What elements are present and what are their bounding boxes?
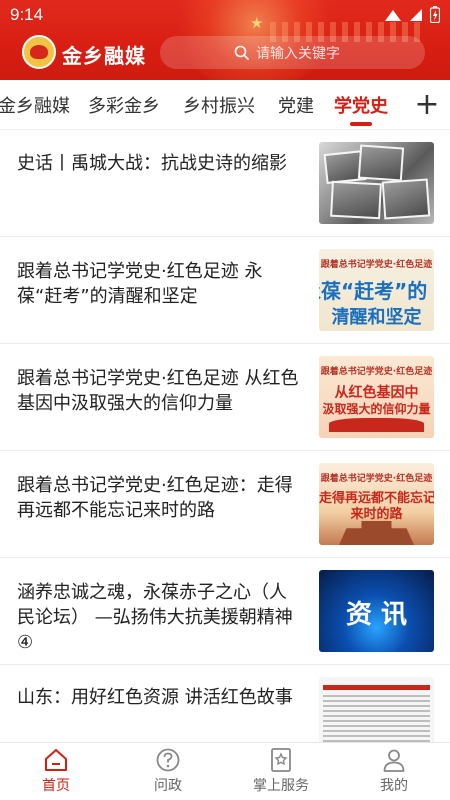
thumbnail-caption: 汲取强大的信仰力量 [322,402,431,416]
question-icon [156,748,180,772]
bottom-navigation: 首页 问政 掌上服务 我的 [0,742,450,800]
article-thumbnail: 跟着总书记学党史·红色足迹 永葆“赶考”的 清醒和坚定 [319,249,434,331]
article-list: 史话丨禹城大战：抗战史诗的缩影 跟着总书记学党史·红色足迹 永葆“赶考”的清醒和… [0,130,450,742]
network-icon [410,8,422,21]
article-title: 山东：用好红色资源 讲活红色故事 [17,687,293,708]
battery-icon [430,6,440,23]
article-thumbnail [319,142,434,224]
article-item[interactable]: 史话丨禹城大战：抗战史诗的缩影 [0,130,450,237]
profile-icon [383,749,405,772]
status-bar: 9:14 [0,0,450,30]
article-item[interactable]: 跟着总书记学党史·红色足迹：走得再远都不能忘记来时的路 跟着总书记学党史·红色足… [0,451,450,558]
thumbnail-caption: 清醒和坚定 [331,307,422,328]
thumbnail-photo [330,180,382,220]
thumbnail-photo [381,178,431,220]
nav-profile[interactable]: 我的 [338,743,450,800]
article-item[interactable]: 跟着总书记学党史·红色足迹 永葆“赶考”的清醒和坚定 跟着总书记学党史·红色足迹… [0,237,450,344]
tab-rural-revitalization[interactable]: 乡村振兴 [183,92,255,118]
search-placeholder: 请输入关键字 [256,45,340,62]
thumbnail-caption: 资 讯 [345,600,408,630]
active-tab-indicator [350,122,372,126]
article-title: 跟着总书记学党史·红色足迹 永葆“赶考”的清醒和坚定 [17,261,263,307]
article-thumbnail: 跟着总书记学党史·红色足迹 从红色基因中 汲取强大的信仰力量 [319,356,434,438]
app-logo [22,35,56,69]
tabs-fade [390,80,410,130]
add-tab-button[interactable]: + [410,86,444,124]
article-item[interactable]: 跟着总书记学党史·红色足迹 从红色基因中汲取强大的信仰力量 跟着总书记学党史·红… [0,344,450,451]
nav-label: 首页 [42,778,70,794]
nav-inquiry[interactable]: 问政 [112,743,224,800]
thumbnail-caption: 跟着总书记学党史·红色足迹 [320,260,433,270]
flag-decoration [329,418,424,432]
service-icon [271,748,291,772]
thumbnail-caption: 来时的路 [350,507,403,522]
home-icon [45,749,67,771]
signal-icon [385,9,401,21]
tab-party-building[interactable]: 党建 [278,92,314,118]
thumbnail-caption: 跟着总书记学党史·红色足迹 [320,367,433,377]
article-thumbnail: 跟着总书记学党史·红色足迹 走得再远都不能忘记 来时的路 [319,463,434,545]
article-title: 跟着总书记学党史·红色足迹 从红色基因中汲取强大的信仰力量 [17,368,299,414]
newspaper-headline [323,685,430,690]
article-thumbnail [319,677,434,742]
logo-mark [30,45,48,59]
tab-party-history[interactable]: 学党史 [334,92,388,118]
nav-label: 问政 [154,778,182,794]
nav-label: 我的 [380,778,408,794]
category-tabs: 金乡融媒 多彩金乡 乡村振兴 党建 学党史 + [0,80,450,130]
thumbnail-caption: 永葆“赶考”的 [319,279,428,303]
app-title: 金乡融媒 [62,44,146,68]
article-item[interactable]: 山东：用好红色资源 讲活红色故事 [0,665,450,742]
thumbnail-photo [357,144,405,182]
tab-jinxiang-media[interactable]: 金乡融媒 [0,92,70,118]
article-title: 跟着总书记学党史·红色足迹：走得再远都不能忘记来时的路 [17,475,293,521]
tab-colorful-jinxiang[interactable]: 多彩金乡 [88,92,160,118]
status-time: 9:14 [10,5,44,24]
search-icon [234,45,250,61]
status-icons [384,6,440,23]
thumbnail-caption: 从红色基因中 [334,385,419,401]
app-header: ★ 9:14 金乡融媒 请输入关键字 [0,0,450,80]
search-bar[interactable]: 请输入关键字 [160,36,425,69]
nav-services[interactable]: 掌上服务 [225,743,337,800]
thumbnail-caption: 跟着总书记学党史·红色足迹 [320,474,433,484]
article-title: 涵养忠诚之魂，永葆赤子之心（人民论坛） —弘扬伟大抗美援朝精神④ [17,582,293,653]
newspaper-text [323,695,430,742]
article-title: 史话丨禹城大战：抗战史诗的缩影 [17,153,287,174]
nav-label: 掌上服务 [253,778,309,794]
article-thumbnail: 资 讯 [319,570,434,652]
article-item[interactable]: 涵养忠诚之魂，永葆赤子之心（人民论坛） —弘扬伟大抗美援朝精神④ 资 讯 [0,558,450,665]
nav-home[interactable]: 首页 [0,743,112,800]
building-decoration [339,521,414,545]
